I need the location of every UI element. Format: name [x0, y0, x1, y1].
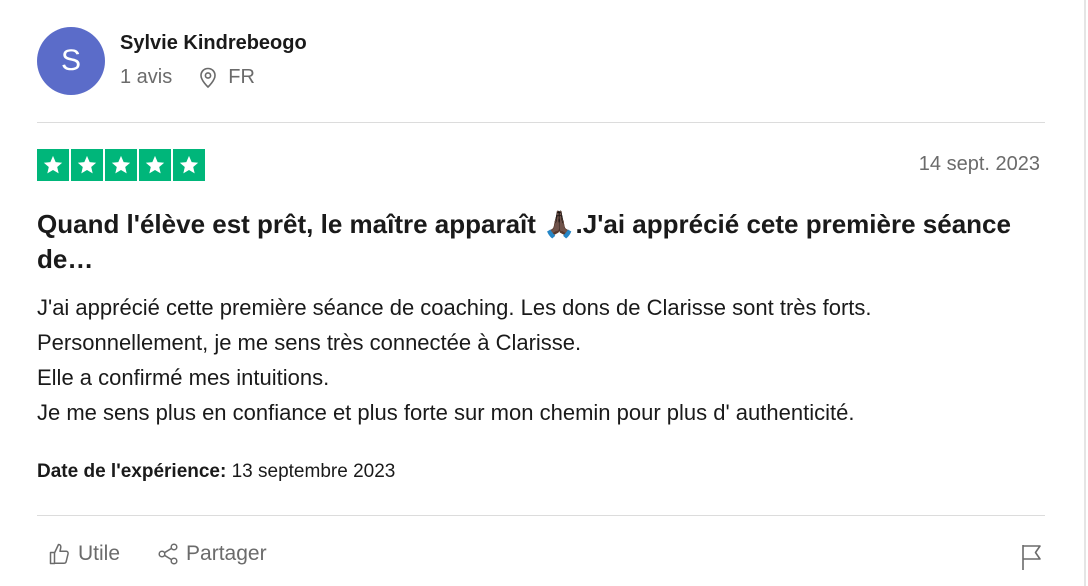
star-icon: [139, 149, 171, 181]
review-count: 1 avis: [120, 66, 173, 88]
experience-date-label: Date de l'expérience:: [37, 461, 227, 482]
review-date: 14 sept. 2023: [918, 153, 1040, 175]
reviewer-meta: 1 avis FR: [120, 66, 255, 89]
useful-label: Utile: [78, 542, 121, 565]
avatar-initial: S: [60, 44, 81, 77]
review-body-line: Elle a confirmé mes intuitions.: [37, 365, 330, 390]
star-icon: [71, 149, 103, 181]
flag-icon: [1022, 545, 1041, 570]
review-body-line: Je me sens plus en confiance et plus for…: [37, 400, 855, 425]
review-body-line: J'ai apprécié cette première séance de c…: [37, 295, 872, 320]
star-rating: [37, 149, 207, 181]
share-button[interactable]: Partager: [156, 542, 267, 566]
share-icon: [158, 543, 178, 565]
useful-button[interactable]: Utile: [48, 542, 120, 566]
country-code: FR: [228, 66, 255, 88]
share-label: Partager: [186, 542, 267, 565]
reviewer-name[interactable]: Sylvie Kindrebeogo: [120, 32, 307, 55]
location-pin-icon: [200, 67, 217, 88]
star-icon: [173, 149, 205, 181]
experience-date: Date de l'expérience: 13 septembre 2023: [37, 461, 395, 483]
divider: [37, 122, 1045, 123]
divider: [37, 515, 1045, 516]
review-body: J'ai apprécié cette première séance de c…: [37, 290, 1057, 430]
review-actions: Utile Partager: [48, 542, 303, 566]
star-icon: [37, 149, 69, 181]
review-body-line: Personnellement, je me sens très connect…: [37, 330, 582, 355]
review-title[interactable]: Quand l'élève est prêt, le maître appara…: [37, 207, 1037, 277]
reviewer-location: FR: [198, 66, 255, 89]
avatar[interactable]: S: [37, 27, 105, 95]
experience-date-value: 13 septembre 2023: [226, 461, 396, 482]
star-icon: [105, 149, 137, 181]
thumbs-up-icon: [49, 543, 69, 565]
report-button[interactable]: [1020, 543, 1044, 576]
review-card: S Sylvie Kindrebeogo 1 avis FR 14 sept. …: [0, 0, 1086, 586]
